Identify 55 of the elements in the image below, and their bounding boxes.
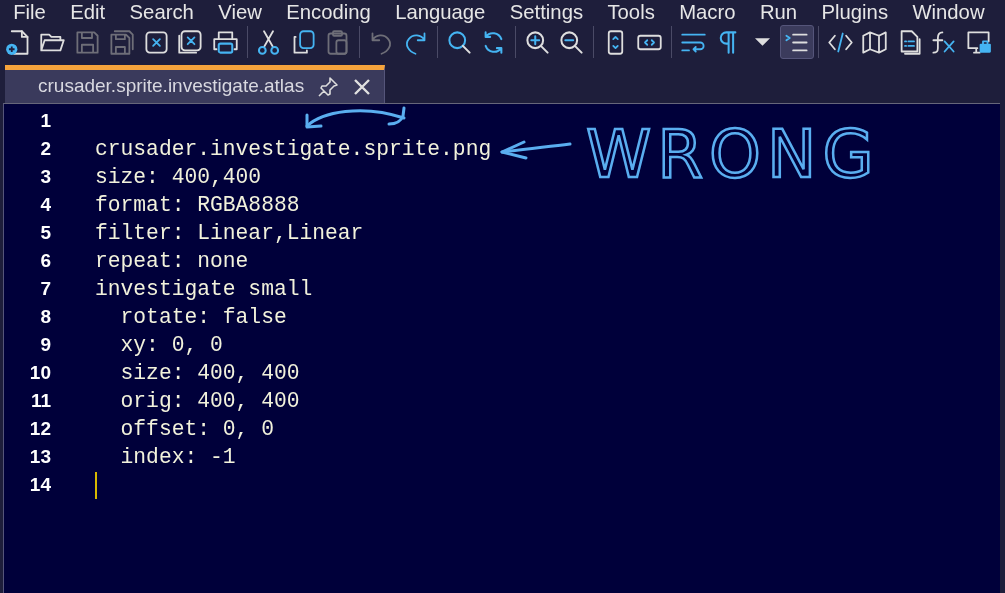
annotation-text: WRONG xyxy=(586,122,880,188)
menu-item[interactable]: Settings xyxy=(497,0,596,23)
line-number: 10 xyxy=(28,360,51,385)
file-tab[interactable]: crusader.sprite.investigate.atlas xyxy=(5,65,386,103)
line-number: 1 xyxy=(39,108,51,133)
code-line: xy: 0, 0 xyxy=(119,332,223,359)
code-line: orig: 400, 400 xyxy=(119,388,300,415)
menu-item[interactable]: Run xyxy=(747,0,810,23)
line-number: 5 xyxy=(39,220,51,245)
menu-item[interactable]: File xyxy=(1,0,59,23)
menu-item[interactable]: Macro xyxy=(667,0,748,23)
zoom-out-icon xyxy=(558,28,586,56)
map-icon xyxy=(861,28,889,56)
line-number: 14 xyxy=(28,472,51,497)
code-line: crusader.investigate.sprite.png xyxy=(95,136,492,163)
code-line: format: RGBA8888 xyxy=(95,192,300,219)
line-number: 7 xyxy=(39,276,51,301)
close-file-icon xyxy=(142,28,170,56)
code-line: index: -1 xyxy=(119,444,236,471)
menu-item[interactable]: Search xyxy=(117,0,207,23)
menu-item[interactable]: Edit xyxy=(58,0,118,23)
code-line: rotate: false xyxy=(119,304,287,331)
line-number: 3 xyxy=(39,164,51,189)
search-icon xyxy=(445,28,473,56)
floppy-icon xyxy=(73,28,101,56)
arrow xyxy=(500,140,572,160)
line-number: 6 xyxy=(39,248,51,273)
menu-item[interactable]: Language xyxy=(382,0,498,23)
close-icon[interactable] xyxy=(352,76,373,97)
caret-icon xyxy=(754,38,770,46)
line-number: 4 xyxy=(39,192,51,217)
monitor-toolbox-icon xyxy=(964,28,992,56)
menu-item[interactable]: View xyxy=(206,0,274,23)
menu-item[interactable]: Window xyxy=(900,0,997,23)
indent-guide-button[interactable] xyxy=(779,25,814,59)
floppies-icon xyxy=(108,28,136,56)
code-line: repeat: none xyxy=(95,248,249,275)
code-line: offset: 0, 0 xyxy=(119,416,274,443)
line-number: 8 xyxy=(39,304,51,329)
line-number: 13 xyxy=(28,444,51,469)
line-number: 12 xyxy=(28,416,51,441)
line-number: 2 xyxy=(39,136,51,161)
code-line: filter: Linear,Linear xyxy=(95,220,364,247)
menu-item[interactable]: Plugins xyxy=(809,0,901,23)
line-number: 9 xyxy=(39,332,51,357)
close-all-icon xyxy=(177,28,205,56)
code-line: investigate small xyxy=(95,276,313,303)
printer-icon xyxy=(211,28,239,56)
zoom-in-icon xyxy=(523,28,551,56)
code-line: size: 400,400 xyxy=(95,164,262,191)
menu-item[interactable]: Encoding xyxy=(274,0,383,23)
line-number: 11 xyxy=(29,388,51,413)
code-line: size: 400, 400 xyxy=(119,360,300,387)
menu-item[interactable]: Tools xyxy=(595,0,667,23)
pin-icon[interactable] xyxy=(316,74,341,99)
